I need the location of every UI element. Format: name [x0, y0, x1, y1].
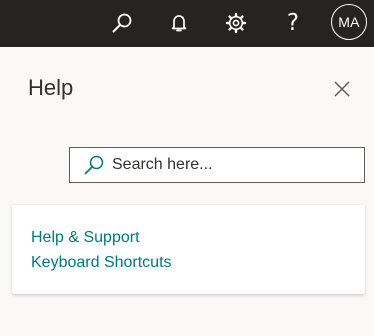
question-icon[interactable]: ? — [279, 9, 307, 37]
search-box[interactable] — [69, 147, 365, 183]
help-links-card: Help & Support Keyboard Shortcuts — [12, 205, 365, 294]
search-icon[interactable] — [108, 9, 136, 37]
top-bar: ? MA — [0, 0, 374, 47]
avatar[interactable]: MA — [331, 4, 367, 40]
keyboard-shortcuts-link[interactable]: Keyboard Shortcuts — [31, 253, 172, 273]
close-icon — [334, 81, 350, 97]
help-support-link[interactable]: Help & Support — [31, 228, 140, 248]
bell-icon[interactable] — [165, 9, 193, 37]
gear-icon[interactable] — [222, 9, 250, 37]
search-input[interactable] — [112, 156, 352, 174]
question-glyph: ? — [286, 10, 300, 36]
close-button[interactable] — [330, 77, 354, 101]
search-icon — [83, 154, 105, 176]
panel-title: Help — [28, 75, 74, 100]
